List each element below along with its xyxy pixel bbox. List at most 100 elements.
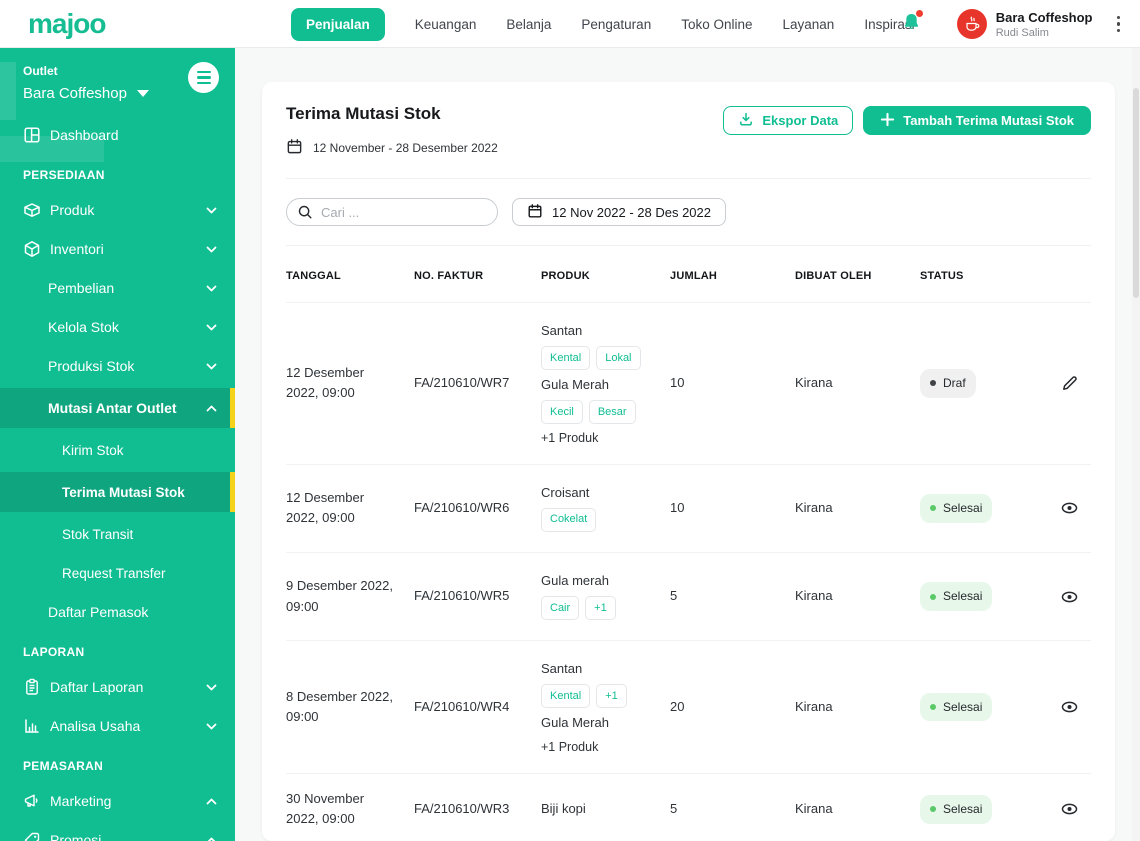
view-icon[interactable] [1060,588,1079,606]
cell-dibuat-oleh: Kirana [795,500,833,516]
calendar-icon [286,138,303,158]
sidebar-item-mutasi-antar-outlet[interactable]: Mutasi Antar Outlet [0,388,235,428]
cell-tanggal: 12 Desember 2022, 09:00 [286,365,365,401]
sidebar-item-pembelian[interactable]: Pembelian [0,271,235,305]
cube-icon [23,240,41,258]
col-jumlah: JUMLAH [670,270,718,282]
product-name: Santan [541,323,583,338]
cell-dibuat-oleh: Kirana [795,375,833,391]
sidebar-item-terima-mutasi-stok[interactable]: Terima Mutasi Stok [0,472,235,512]
tab-toko-online[interactable]: Toko Online [681,17,752,32]
table-row: 9 Desember 2022, 09:00 FA/210610/WR5 Gul… [286,551,1091,640]
status-badge: Selesai [920,795,993,824]
sidebar-item-request-transfer[interactable]: Request Transfer [0,556,235,590]
product-name: Gula Merah [541,377,609,393]
sidebar-item-kirim-stok[interactable]: Kirim Stok [0,433,235,467]
sidebar-item-promosi[interactable]: Promosi [0,823,235,841]
sidebar-item-marketing[interactable]: Marketing [0,784,235,818]
user-info[interactable]: Bara Coffeshop Rudi Salim [996,10,1093,39]
search-input[interactable] [286,198,498,226]
chevron-up-icon [206,837,217,841]
cell-jumlah: 5 [670,588,678,604]
chevron-up-icon [206,798,217,805]
sidebar: Outlet Bara Coffeshop Dashboard PERSEDIA… [0,48,235,841]
main-nav-tabs: Penjualan Keuangan Belanja Pengaturan To… [291,0,915,48]
bar-chart-icon [23,717,41,735]
sidebar-item-label: Produksi Stok [48,358,135,374]
card-header: Terima Mutasi Stok 12 November - 28 Dese… [286,82,1091,158]
sidebar-item-produk[interactable]: Produk [0,193,235,227]
sidebar-item-daftar-laporan[interactable]: Daftar Laporan [0,670,235,704]
cell-faktur: FA/210610/WR4 [414,698,510,714]
scrollbar-thumb[interactable] [1133,88,1139,298]
majoo-logo[interactable]: majoo [28,8,106,40]
top-navbar: majoo Penjualan Keuangan Belanja Pengatu… [0,0,1140,48]
sidebar-item-kelola-stok[interactable]: Kelola Stok [0,310,235,344]
cell-dibuat-oleh: Kirana [795,698,833,714]
sidebar-item-label: Produk [50,202,95,218]
sidebar-item-inventori[interactable]: Inventori [0,232,235,266]
cell-dibuat-oleh: Kirana [795,801,833,817]
view-icon[interactable] [1060,698,1079,716]
sidebar-item-analisa-usaha[interactable]: Analisa Usaha [0,709,235,743]
tab-penjualan[interactable]: Penjualan [291,7,385,41]
date-filter-button[interactable]: 12 Nov 2022 - 28 Des 2022 [512,198,726,226]
tab-belanja[interactable]: Belanja [506,17,551,32]
megaphone-icon [23,792,41,810]
chevron-down-icon [206,246,217,253]
col-dibuat-oleh: DIBUAT OLEH [795,270,872,282]
tab-layanan[interactable]: Layanan [783,17,835,32]
date-range-text: 12 November - 28 Desember 2022 [313,141,498,155]
cell-jumlah: 10 [670,500,685,516]
page-title: Terima Mutasi Stok [286,104,441,123]
main-content: Terima Mutasi Stok 12 November - 28 Dese… [235,48,1140,841]
tab-keuangan[interactable]: Keuangan [415,17,477,32]
sidebar-item-stok-transit[interactable]: Stok Transit [0,517,235,551]
notification-bell-icon[interactable] [902,9,923,37]
table-row: 12 Desember 2022, 09:00 FA/210610/WR7 Sa… [286,302,1091,464]
status-badge: Selesai [920,582,993,611]
add-terima-mutasi-stok-button[interactable]: Tambah Terima Mutasi Stok [863,106,1091,135]
status-dot [930,380,936,387]
edit-icon[interactable] [1061,374,1079,392]
table-row: 12 Desember 2022, 09:00 FA/210610/WR6 Cr… [286,463,1091,552]
view-icon[interactable] [1060,499,1079,517]
kebab-menu-icon[interactable] [1111,12,1127,37]
col-status: STATUS [920,270,964,282]
product-tag: Besar [588,400,636,425]
sidebar-item-daftar-pemasok[interactable]: Daftar Pemasok [0,595,235,629]
cell-faktur: FA/210610/WR3 [414,801,510,817]
status-badge: Selesai [920,692,993,722]
outlet-switcher: Outlet Bara Coffeshop [0,48,235,102]
product-more[interactable]: +1 Produk [541,738,656,757]
sidebar-item-label: Daftar Laporan [50,679,144,695]
export-label: Ekspor Data [762,113,839,128]
page-scrollbar[interactable] [1132,48,1140,841]
product-tag[interactable]: +1 [585,596,616,621]
chevron-down-icon [206,207,217,214]
product-name: Biji kopi [541,801,586,817]
cell-status: Selesai [920,494,1060,523]
sidebar-item-label: Terima Mutasi Stok [62,484,185,500]
sidebar-item-dashboard[interactable]: Dashboard [0,118,235,152]
sidebar-collapse-button[interactable] [188,62,219,93]
status-dot [930,703,936,710]
date-filter-text: 12 Nov 2022 - 28 Des 2022 [552,204,711,220]
export-data-button[interactable]: Ekspor Data [723,106,854,135]
status-dot [930,593,936,600]
view-icon[interactable] [1060,800,1079,818]
download-icon [738,111,754,130]
cell-status: Selesai [920,582,1060,611]
sidebar-item-label: Mutasi Antar Outlet [48,400,177,416]
header-date-range: 12 November - 28 Desember 2022 [286,138,498,158]
filter-row: 12 Nov 2022 - 28 Des 2022 [286,179,1091,245]
tab-pengaturan[interactable]: Pengaturan [581,17,651,32]
sidebar-item-label: Daftar Pemasok [48,604,149,620]
cell-jumlah: 5 [670,801,678,817]
product-more[interactable]: +1 Produk [541,429,656,448]
sidebar-item-produksi-stok[interactable]: Produksi Stok [0,349,235,383]
product-tag[interactable]: +1 [596,684,627,709]
user-name: Bara Coffeshop [995,9,1093,25]
avatar[interactable] [956,9,987,39]
outlet-dropdown[interactable]: Bara Coffeshop [23,85,219,102]
